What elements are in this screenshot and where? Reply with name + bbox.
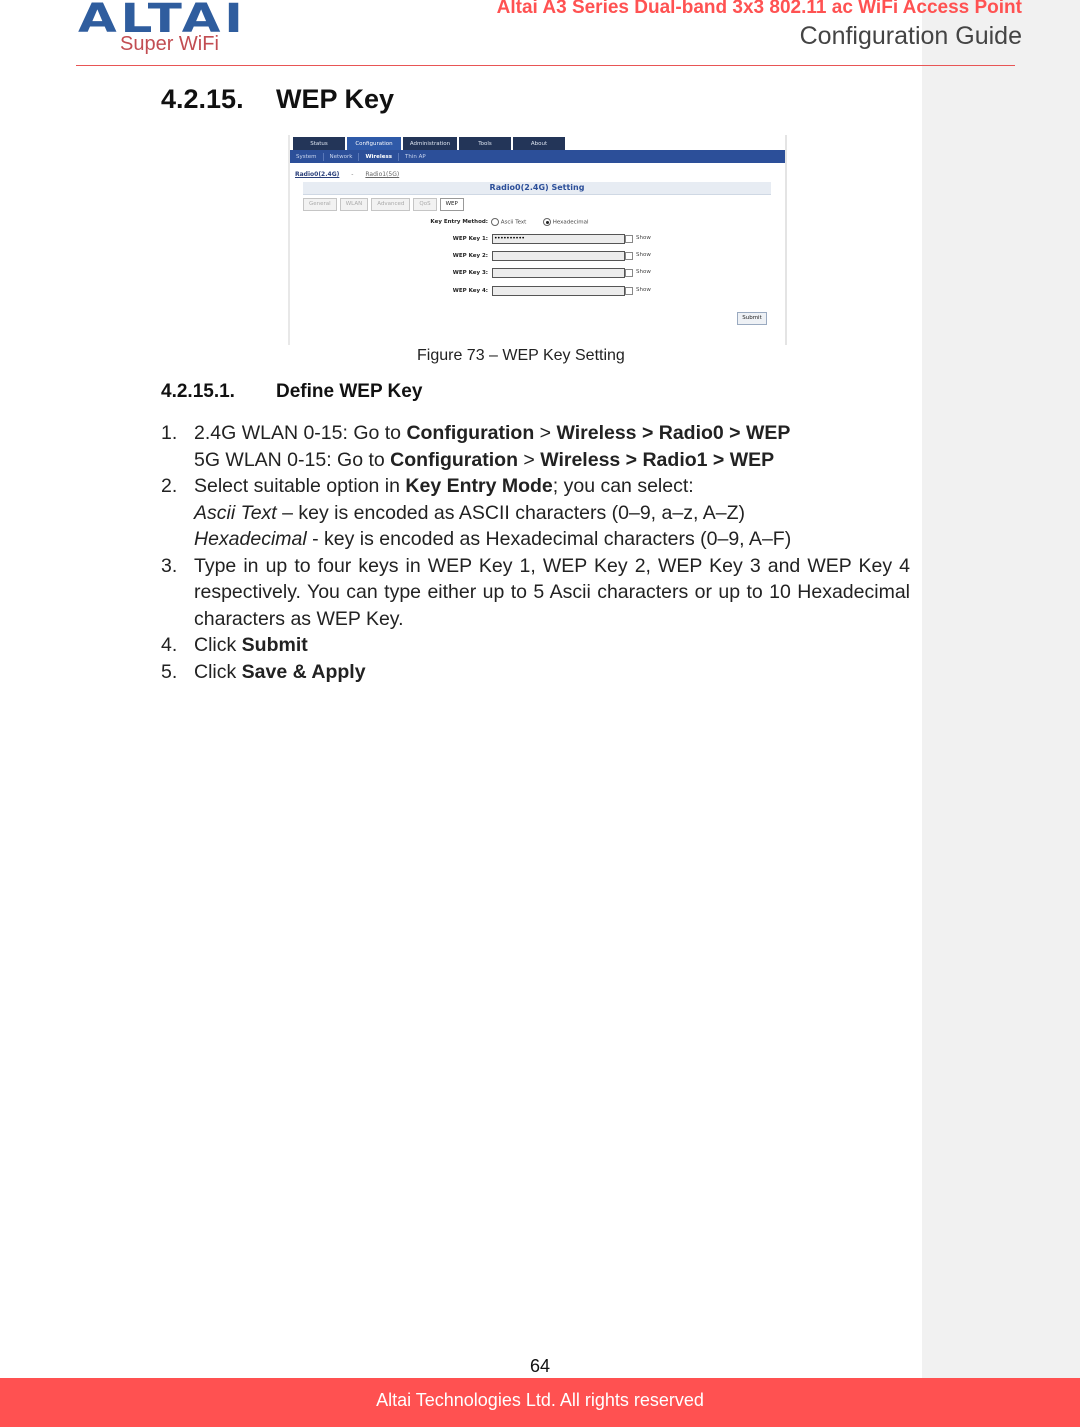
sub-nav: System Network Wireless Thin AP: [290, 150, 785, 163]
steps-list: 1. 2.4G WLAN 0-15: Go to Configuration >…: [161, 420, 921, 685]
wep-key-4-show-label: Show: [636, 287, 651, 293]
step-5: 5. Click Save & Apply: [161, 659, 921, 686]
subnav-wireless[interactable]: Wireless: [359, 152, 400, 161]
wep-key-2-show-label: Show: [636, 252, 651, 258]
step-number: 4.: [161, 634, 178, 656]
wep-key-row: WEP Key 1: •••••••••• Show: [290, 234, 785, 246]
wep-key-4-show-checkbox[interactable]: [625, 287, 633, 295]
tab-administration[interactable]: Administration: [403, 137, 457, 150]
tab-status[interactable]: Status: [293, 137, 345, 150]
step-3: 3. Type in up to four keys in WEP Key 1,…: [161, 553, 921, 633]
ascii-option[interactable]: Ascii Text: [491, 218, 526, 226]
footer-bar: Altai Technologies Ltd. All rights reser…: [0, 1378, 1080, 1427]
subsection-number: 4.2.15.1.: [161, 381, 235, 402]
ascii-option-label: Ascii Text: [500, 219, 527, 226]
step-2-line-1: Select suitable option in Key Entry Mode…: [194, 475, 694, 497]
right-margin-band: [922, 0, 1080, 1378]
step-number: 2.: [161, 475, 178, 497]
logo-wordmark: ALTAI: [78, 0, 247, 42]
step-2-line-2: Ascii Text – key is encoded as ASCII cha…: [194, 501, 745, 524]
radio1-link[interactable]: Radio1(5G): [365, 171, 399, 178]
wep-key-1-input[interactable]: ••••••••••: [492, 234, 625, 244]
subtab-wlan[interactable]: WLAN: [339, 198, 369, 211]
figure-caption: Figure 73 – WEP Key Setting: [417, 347, 625, 364]
wep-key-row: WEP Key 4: Show: [290, 286, 785, 298]
hex-option-label: Hexadecimal: [552, 219, 589, 226]
key-entry-row: Key Entry Method: Ascii Text Hexadecimal: [290, 217, 785, 229]
subsection-heading: 4.2.15.1. Define WEP Key: [161, 381, 422, 403]
wep-key-row: WEP Key 3: Show: [290, 268, 785, 280]
subsection-title: Define WEP Key: [276, 381, 423, 402]
subtab-wep[interactable]: WEP: [439, 198, 464, 211]
tab-configuration[interactable]: Configuration: [347, 137, 401, 150]
subtab-qos[interactable]: QoS: [413, 198, 437, 211]
section-title: WEP Key: [276, 84, 395, 114]
subnav-system[interactable]: System: [290, 152, 324, 161]
page-number: 64: [529, 1356, 551, 1376]
step-number: 1.: [161, 422, 178, 444]
tab-tools[interactable]: Tools: [459, 137, 511, 150]
step-1-line-1: 2.4G WLAN 0-15: Go to Configuration > Wi…: [194, 422, 791, 444]
product-title: Altai A3 Series Dual-band 3x3 802.11 ac …: [496, 0, 1022, 18]
step-1-line-2: 5G WLAN 0-15: Go to Configuration > Wire…: [194, 448, 775, 471]
hex-option[interactable]: Hexadecimal: [543, 218, 588, 226]
step-4: 4. Click Submit: [161, 632, 921, 659]
copyright-text: Altai Technologies Ltd. All rights reser…: [376, 1390, 704, 1410]
sub-tabs: General WLAN Advanced QoS WEP: [303, 198, 464, 211]
wep-key-1-show-checkbox[interactable]: [625, 235, 633, 243]
step-2: 2. Select suitable option in Key Entry M…: [161, 473, 921, 553]
subtab-general[interactable]: General: [303, 198, 337, 211]
wep-key-2-input[interactable]: [492, 251, 625, 261]
subtab-advanced[interactable]: Advanced: [371, 198, 411, 211]
ascii-radio[interactable]: [491, 218, 499, 226]
radio-link-separator: -: [351, 171, 354, 178]
submit-button[interactable]: Submit: [737, 312, 767, 325]
radio0-link[interactable]: Radio0(2.4G): [295, 171, 339, 178]
wep-key-2-show-checkbox[interactable]: [625, 252, 633, 260]
altai-logo: ALTAI Super WiFi: [78, 0, 288, 60]
logo-tagline: Super WiFi: [120, 33, 219, 55]
wep-key-4-input[interactable]: [492, 286, 625, 296]
wep-key-4-label: WEP Key 4:: [452, 288, 488, 294]
wep-key-1-show-label: Show: [636, 235, 651, 241]
guide-title: Configuration Guide: [799, 22, 1022, 50]
wep-key-2-label: WEP Key 2:: [452, 253, 488, 259]
wep-key-3-show-checkbox[interactable]: [625, 269, 633, 277]
wep-key-1-label: WEP Key 1:: [452, 236, 488, 242]
section-number: 4.2.15.: [161, 84, 244, 114]
wep-key-3-show-label: Show: [636, 269, 651, 275]
wep-key-row: WEP Key 2: Show: [290, 251, 785, 263]
main-tabs: Status Configuration Administration Tool…: [290, 137, 565, 150]
wep-key-3-input[interactable]: [492, 268, 625, 278]
wep-key-3-label: WEP Key 3:: [452, 270, 488, 276]
radio-links: Radio0(2.4G) - Radio1(5G): [295, 171, 399, 178]
step-number: 5.: [161, 660, 178, 683]
step-number: 3.: [161, 554, 178, 577]
header-divider: [76, 65, 1015, 66]
hex-radio[interactable]: [543, 218, 551, 226]
section-heading: 4.2.15. WEP Key: [161, 84, 394, 115]
step-3-text: Type in up to four keys in WEP Key 1, WE…: [194, 554, 910, 630]
key-entry-label: Key Entry Method:: [430, 219, 488, 225]
step-4-text: Click Submit: [194, 634, 308, 656]
subnav-network[interactable]: Network: [324, 152, 360, 161]
wep-key-screenshot: Status Configuration Administration Tool…: [288, 135, 787, 345]
step-2-line-3: Hexadecimal - key is encoded as Hexadeci…: [194, 528, 792, 550]
setting-title: Radio0(2.4G) Setting: [303, 182, 771, 195]
step-5-text: Click Save & Apply: [194, 660, 366, 683]
subnav-thin-ap[interactable]: Thin AP: [399, 153, 432, 161]
tab-about[interactable]: About: [513, 137, 565, 150]
step-1: 1. 2.4G WLAN 0-15: Go to Configuration >…: [161, 420, 921, 473]
